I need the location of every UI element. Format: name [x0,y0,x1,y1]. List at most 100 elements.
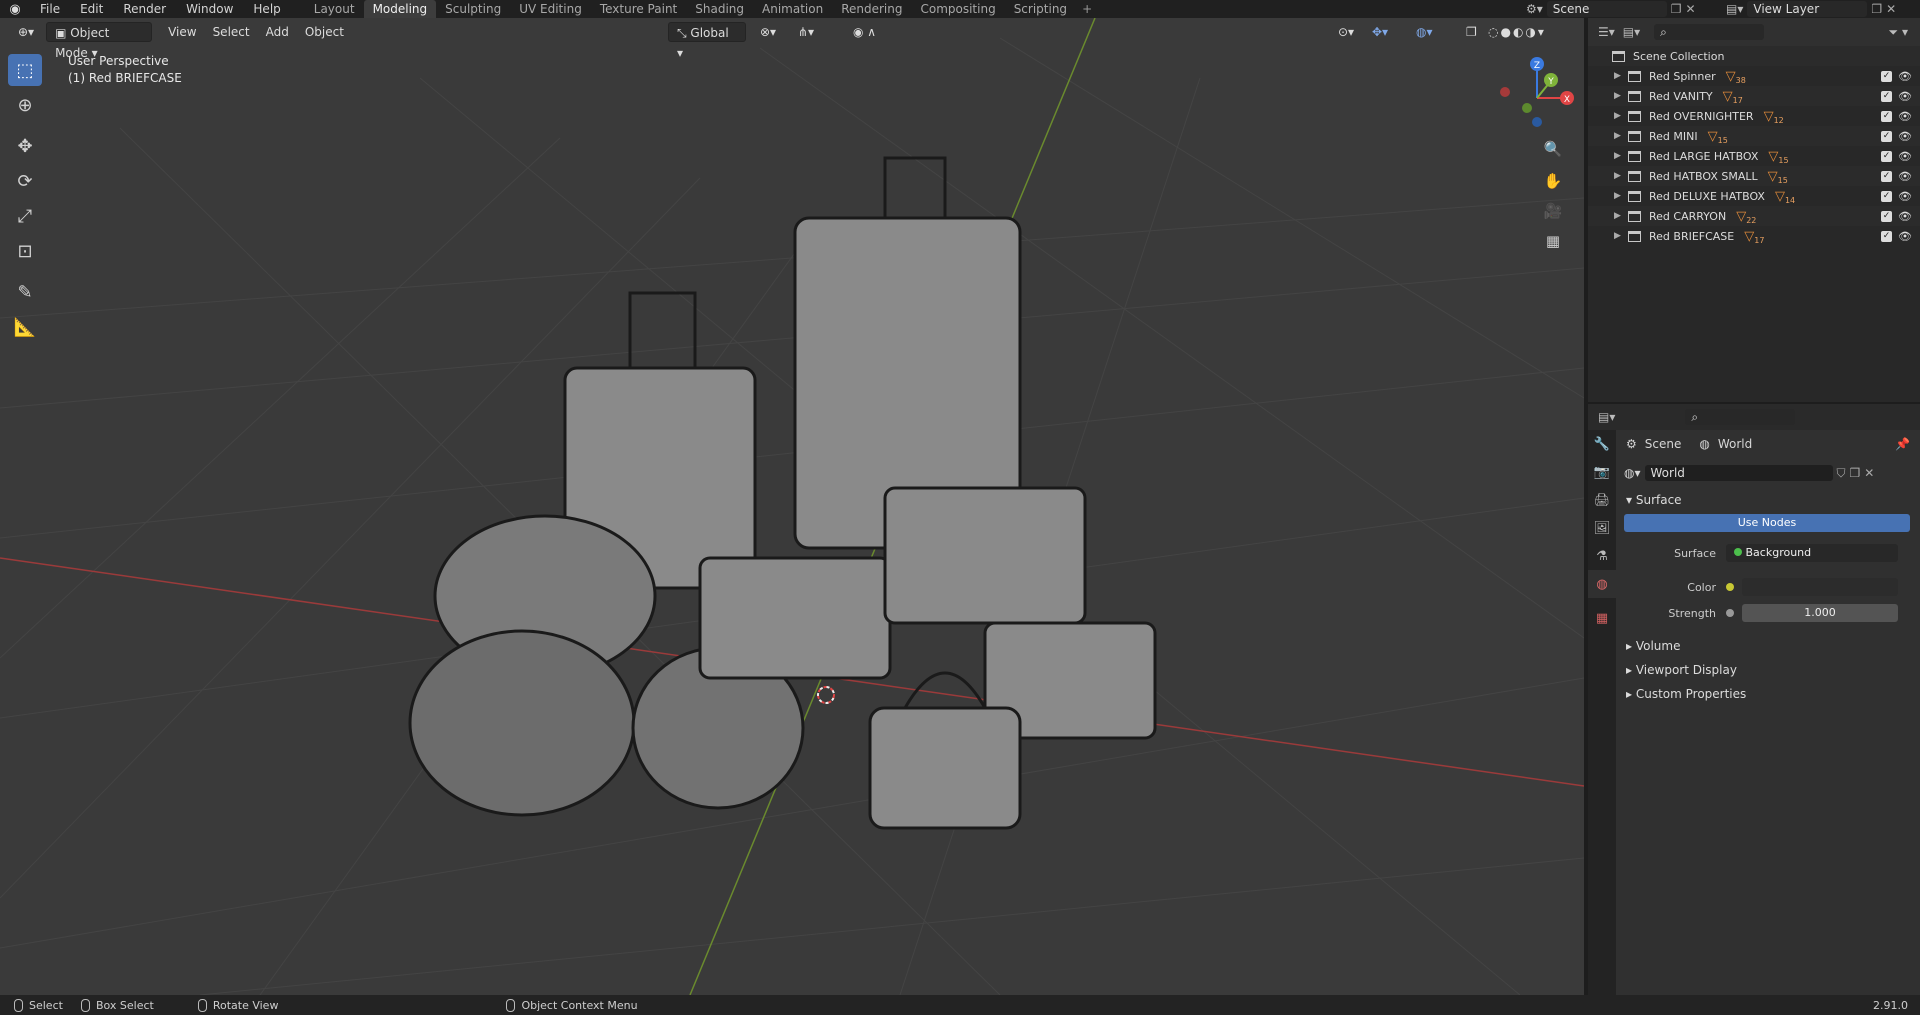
outliner-item[interactable]: ▶ Red BRIEFCASE ▽ 17 ✓ 👁 [1588,226,1920,246]
ortho-grid-icon[interactable]: ▦ [1540,228,1566,254]
tab-shading[interactable]: Shading [686,0,753,18]
visibility-eye-icon[interactable]: 👁 [1898,90,1912,103]
expand-arrow-icon[interactable]: ▶ [1614,151,1628,161]
visibility-eye-icon[interactable]: 👁 [1898,130,1912,143]
new-scene-icon[interactable]: ❐ [1671,2,1682,16]
proportional-edit-icon[interactable]: ◉ ∧ [845,22,884,42]
transform-tool-icon[interactable]: ⊡ [8,235,42,267]
world-tab-icon[interactable]: ◍ [1588,570,1616,598]
exclude-checkbox[interactable]: ✓ [1881,90,1892,102]
output-tab-icon[interactable]: 🖨 [1588,486,1616,514]
outliner-item[interactable]: ▶ Red Spinner ▽ 38 ✓ 👁 [1588,66,1920,86]
outliner-editor-icon[interactable]: ☰▾ [1598,25,1615,39]
outliner-item[interactable]: ▶ Red HATBOX SMALL ▽ 15 ✓ 👁 [1588,166,1920,186]
menu-file[interactable]: File [30,0,70,18]
viewport-display-panel-header[interactable]: ▸ Viewport Display [1616,658,1920,682]
exclude-checkbox[interactable]: ✓ [1881,70,1892,82]
tool-tab-icon[interactable]: 🔧 [1588,430,1616,458]
tab-animation[interactable]: Animation [753,0,832,18]
new-view-layer-icon[interactable]: ❐ [1871,2,1882,16]
blender-logo-icon[interactable]: ◉ [0,2,30,17]
mesh-data-icon[interactable]: ▽ [1775,189,1785,204]
menu-window[interactable]: Window [176,0,243,18]
select-box-tool-icon[interactable]: ⬚ [8,54,42,86]
outliner-item[interactable]: ▶ Red DELUXE HATBOX ▽ 14 ✓ 👁 [1588,186,1920,206]
exclude-checkbox[interactable]: ✓ [1881,230,1892,242]
snap-icon[interactable]: ⋔▾ [790,22,822,42]
expand-arrow-icon[interactable]: ▶ [1614,111,1628,121]
mesh-data-icon[interactable]: ▽ [1768,169,1778,184]
surface-panel-header[interactable]: ▾ Surface [1616,488,1920,512]
world-browse-icon[interactable]: ◍▾ [1624,466,1641,480]
expand-arrow-icon[interactable]: ▶ [1614,231,1628,241]
scene-collection-row[interactable]: Scene Collection [1588,46,1920,66]
surface-shader-field[interactable]: Background [1726,544,1898,562]
tab-rendering[interactable]: Rendering [832,0,911,18]
scene-icon[interactable]: ⚙▾ [1526,2,1543,16]
tab-sculpting[interactable]: Sculpting [436,0,510,18]
add-workspace-icon[interactable]: + [1076,2,1098,16]
exclude-checkbox[interactable]: ✓ [1881,130,1892,142]
exclude-checkbox[interactable]: ✓ [1881,190,1892,202]
expand-arrow-icon[interactable]: ▶ [1614,131,1628,141]
strength-field[interactable]: 1.000 [1742,604,1898,622]
menu-select[interactable]: Select [205,22,258,42]
visibility-eye-icon[interactable]: 👁 [1898,230,1912,243]
mesh-data-icon[interactable]: ▽ [1744,229,1754,244]
expand-arrow-icon[interactable]: ▶ [1614,191,1628,201]
menu-add[interactable]: Add [258,22,297,42]
exclude-checkbox[interactable]: ✓ [1881,170,1892,182]
mesh-data-icon[interactable]: ▽ [1726,69,1736,84]
pan-hand-icon[interactable]: ✋ [1540,168,1566,194]
tab-modeling[interactable]: Modeling [363,0,437,18]
mesh-data-icon[interactable]: ▽ [1736,209,1746,224]
use-nodes-button[interactable]: Use Nodes [1624,514,1910,532]
measure-tool-icon[interactable]: 📐 [8,311,42,343]
mode-dropdown[interactable]: ▣ Object Mode ▾ [46,22,153,60]
3d-viewport[interactable]: Z X Y ⊕▾ ▣ Object Mode ▾ View Select Add… [0,18,1584,995]
menu-help[interactable]: Help [243,0,290,18]
outliner-item[interactable]: ▶ Red OVERNIGHTER ▽ 12 ✓ 👁 [1588,106,1920,126]
tab-compositing[interactable]: Compositing [911,0,1004,18]
menu-edit[interactable]: Edit [70,0,113,18]
scene-tab-icon[interactable]: ⚗ [1588,542,1616,570]
visibility-eye-icon[interactable]: 👁 [1898,70,1912,83]
outliner-item[interactable]: ▶ Red MINI ▽ 15 ✓ 👁 [1588,126,1920,146]
outliner-item[interactable]: ▶ Red CARRYON ▽ 22 ✓ 👁 [1588,206,1920,226]
pin-icon[interactable]: 📌 [1895,437,1910,451]
filter-icon[interactable]: ⏷ ▾ [1889,25,1908,40]
view-layer-tab-icon[interactable]: 🖼 [1588,514,1616,542]
shading-modes-icon[interactable]: ◌●◐◑▾ [1480,22,1554,42]
expand-arrow-icon[interactable]: ▶ [1614,171,1628,181]
display-mode-icon[interactable]: ▤▾ [1623,25,1640,39]
menu-object[interactable]: Object [297,22,352,42]
tab-layout[interactable]: Layout [305,0,364,18]
cursor-tool-icon[interactable]: ⊕ [8,89,42,121]
view-layer-field[interactable]: View Layer [1747,1,1868,17]
scale-tool-icon[interactable]: ⤢ [8,200,42,232]
orientation-dropdown[interactable]: ⤡ Global ▾ [668,22,746,60]
exclude-checkbox[interactable]: ✓ [1881,110,1892,122]
annotate-tool-icon[interactable]: ✎ [8,276,42,308]
tab-texture-paint[interactable]: Texture Paint [591,0,686,18]
outliner-item[interactable]: ▶ Red VANITY ▽ 17 ✓ 👁 [1588,86,1920,106]
expand-arrow-icon[interactable]: ▶ [1614,91,1628,101]
mesh-data-icon[interactable]: ▽ [1764,109,1774,124]
visibility-eye-icon[interactable]: 👁 [1898,210,1912,223]
tab-scripting[interactable]: Scripting [1005,0,1076,18]
expand-arrow-icon[interactable]: ▶ [1614,211,1628,221]
delete-scene-icon[interactable]: ✕ [1686,2,1696,16]
exclude-checkbox[interactable]: ✓ [1881,150,1892,162]
rotate-tool-icon[interactable]: ⟳ [8,165,42,197]
custom-properties-panel-header[interactable]: ▸ Custom Properties [1616,682,1920,706]
visibility-eye-icon[interactable]: 👁 [1898,110,1912,123]
visibility-eye-icon[interactable]: 👁 [1898,190,1912,203]
camera-view-icon[interactable]: 🎥 [1540,198,1566,224]
duplicate-world-icon[interactable]: ❐ [1850,466,1861,480]
visibility-icon[interactable]: ⊙▾ [1330,22,1362,42]
mesh-data-icon[interactable]: ▽ [1708,129,1718,144]
menu-render[interactable]: Render [113,0,176,18]
render-tab-icon[interactable]: 📷 [1588,458,1616,486]
mesh-data-icon[interactable]: ▽ [1723,89,1733,104]
move-tool-icon[interactable]: ✥ [8,130,42,162]
